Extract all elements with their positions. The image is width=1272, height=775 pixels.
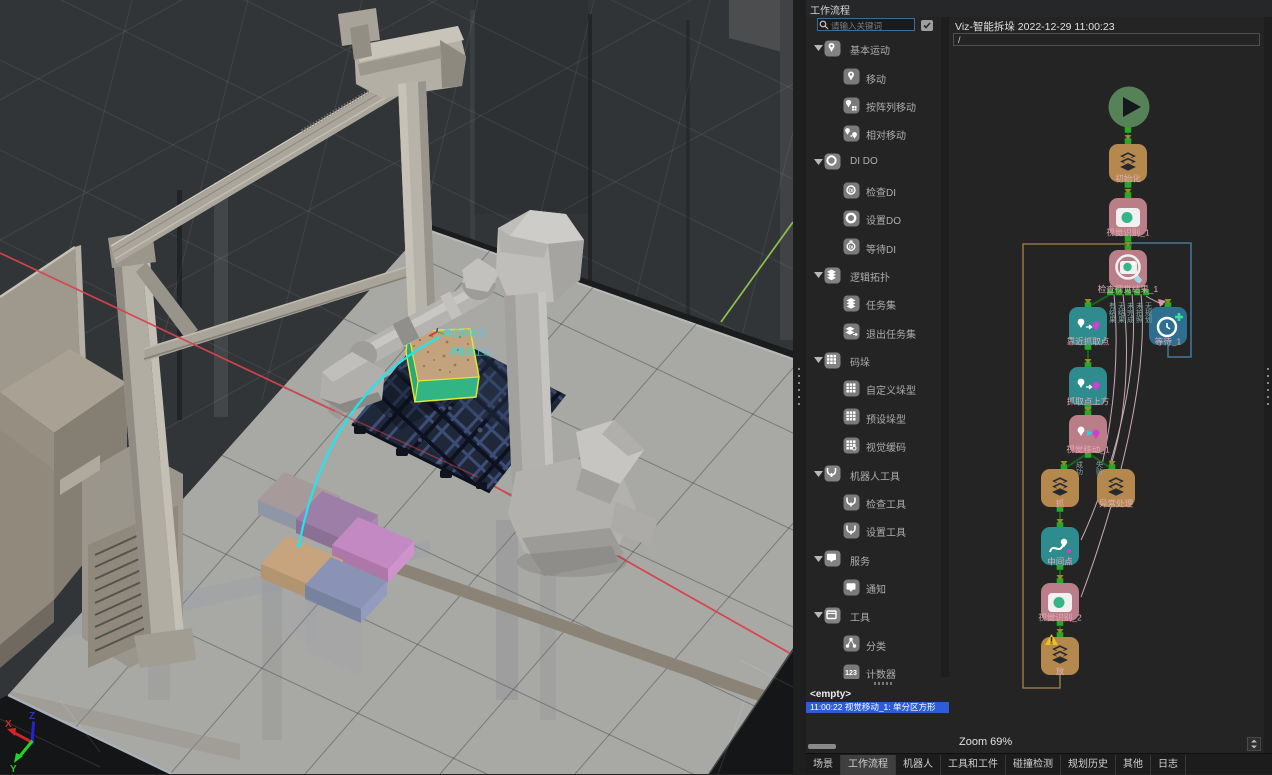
svg-text:123: 123 — [845, 669, 857, 676]
svg-text:成功: 成功 — [1076, 460, 1084, 476]
svg-text:无结果: 无结果 — [1118, 302, 1126, 324]
svg-text:异常处理: 异常处理 — [1099, 499, 1134, 509]
svg-text:抓: 抓 — [1056, 499, 1065, 509]
svg-text:抓取点上方: 抓取点上方 — [449, 347, 492, 357]
svg-text:失败: 失败 — [1096, 460, 1104, 476]
svg-text:靠近抓取点: 靠近抓取点 — [443, 328, 486, 338]
svg-text:Y: Y — [10, 764, 17, 774]
svg-text:靠近抓取点: 靠近抓取点 — [1067, 337, 1110, 347]
svg-text:有结果: 有结果 — [1109, 301, 1117, 324]
svg-text:DI: DI — [848, 188, 854, 194]
svg-text:DI: DI — [848, 245, 853, 250]
svg-text:放: 放 — [1056, 667, 1065, 677]
svg-text:视觉移动_1: 视觉移动_1 — [1066, 445, 1110, 455]
svg-text:抓取点上方: 抓取点上方 — [1067, 397, 1110, 407]
svg-text:未拍照: 未拍照 — [1136, 301, 1144, 324]
svg-text:未完成: 未完成 — [1127, 301, 1135, 324]
svg-text:检查视觉结果_1: 检查视觉结果_1 — [1098, 284, 1159, 294]
svg-text:X: X — [5, 719, 12, 730]
svg-text:视觉识别_1: 视觉识别_1 — [1106, 228, 1150, 238]
svg-text:初始化: 初始化 — [1115, 174, 1141, 184]
svg-text:视觉识别_2: 视觉识别_2 — [1038, 613, 1082, 623]
svg-text:无规划: 无规划 — [1145, 302, 1153, 323]
svg-text:中间点: 中间点 — [1047, 557, 1073, 567]
svg-text:等待_1: 等待_1 — [1155, 337, 1182, 347]
svg-text:Z: Z — [29, 711, 35, 722]
